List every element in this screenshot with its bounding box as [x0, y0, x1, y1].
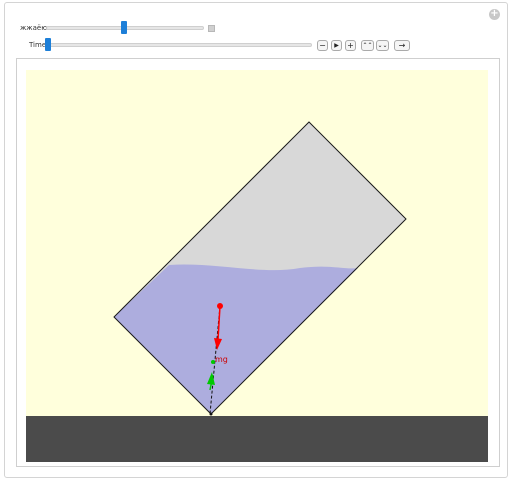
center-of-buoyancy-point — [211, 360, 215, 364]
ground — [26, 416, 488, 462]
weight-label: mg — [215, 355, 228, 364]
simulation-canvas: mg — [26, 70, 488, 462]
pivot-point — [209, 412, 213, 416]
